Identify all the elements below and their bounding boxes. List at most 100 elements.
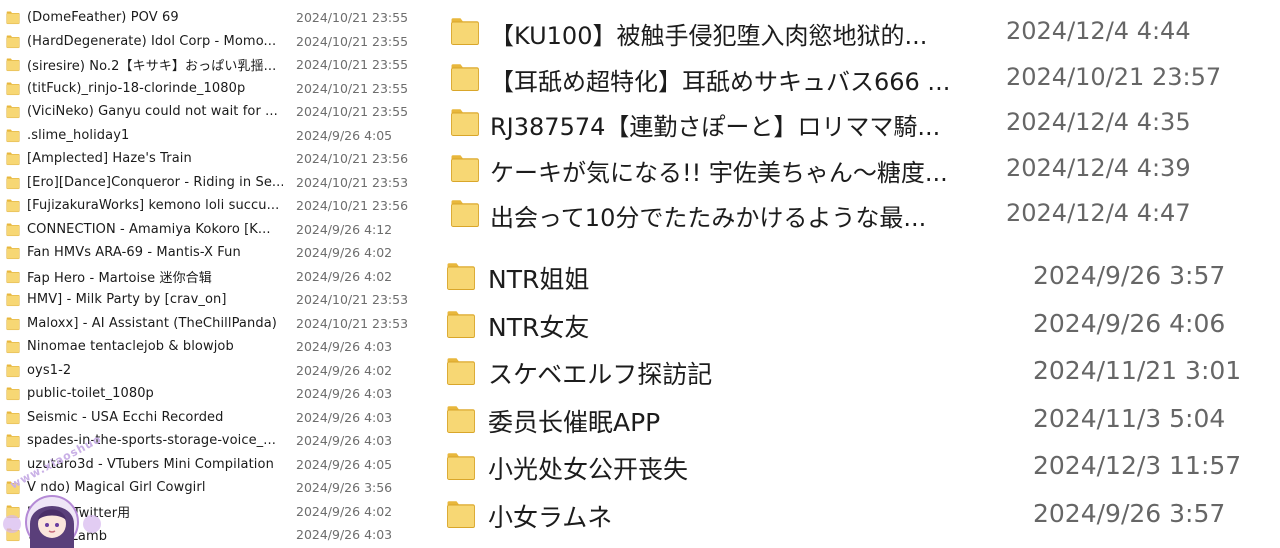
folder-icon — [6, 222, 20, 237]
file-name: ケーキが気になる!! 宇佐美ちゃん～糖度... — [490, 158, 948, 187]
file-row[interactable]: (siresire) No.2【キサキ】おっぱい乳揺... 2024/10/21 … — [0, 53, 420, 77]
file-name: oys1-2 — [27, 362, 72, 378]
file-row[interactable]: 【耳舐め超特化】耳舐めサキュバス666 ... 2024/10/21 23:57 — [440, 54, 1280, 100]
modified-date: 2024/12/4 4:35 — [1006, 108, 1191, 136]
folder-icon — [6, 457, 20, 472]
modified-date: 2024/10/21 23:55 — [296, 33, 409, 49]
file-row[interactable]: [Ero][Dance]Conqueror - Riding in Se... 2… — [0, 171, 420, 195]
file-row[interactable]: Fap Hero - Martoise 迷你合辑 2024/9/26 4:02 — [0, 265, 420, 289]
folder-icon — [6, 410, 20, 425]
folder-icon — [6, 433, 20, 448]
file-name: uzutaro3d - VTubers Mini Compilation — [27, 456, 274, 472]
modified-date: 2024/9/26 4:12 — [296, 221, 393, 237]
file-row[interactable]: (titFuck)_rinjo-18-clorinde_1080p 2024/10… — [0, 77, 420, 101]
file-row[interactable]: .slime_holiday1 2024/9/26 4:05 — [0, 124, 420, 148]
file-row[interactable]: 委员长催眠APP 2024/11/3 5:04 — [440, 395, 1280, 443]
file-name: .slime_holiday1 — [27, 127, 130, 143]
file-name: 小女ラムネ — [488, 502, 613, 532]
folder-icon — [446, 450, 476, 482]
left-file-list: (DomeFeather) POV 69 2024/10/21 23:55 (Har… — [0, 6, 420, 547]
file-row[interactable]: CONNECTION - Amamiya Kokoro [K... 2024/9/… — [0, 218, 420, 242]
file-row[interactable]: public-toilet_1080p 2024/9/26 4:03 — [0, 382, 420, 406]
file-name: (ViciNeko) Ganyu could not wait for ... — [27, 104, 278, 120]
file-name: CONNECTION - Amamiya Kokoro [K... — [27, 221, 271, 237]
file-name: RJ387574【連勤さぽーと】ロリママ騎... — [490, 113, 941, 141]
file-explorer-collage: (DomeFeather) POV 69 2024/10/21 23:55 (Har… — [0, 0, 1280, 548]
file-name: (DomeFeather) POV 69 — [27, 10, 179, 26]
file-row[interactable]: RJ387574【連勤さぽーと】ロリママ騎... 2024/12/4 4:35 — [440, 99, 1280, 145]
file-row[interactable]: NTR女友 2024/9/26 4:06 — [440, 300, 1280, 348]
file-row[interactable]: Seismic - USA Ecchi Recorded 2024/9/26 4:… — [0, 406, 420, 430]
file-row[interactable]: 出会って10分でたたみかけるような最... 2024/12/4 4:47 — [440, 190, 1280, 236]
file-row[interactable]: スケベエルフ探訪記 2024/11/21 3:01 — [440, 347, 1280, 395]
folder-icon — [6, 292, 20, 307]
modified-date: 2024/9/26 4:05 — [296, 127, 393, 143]
folder-icon — [6, 504, 20, 519]
file-row[interactable]: Ninomae tentaclejob & blowjob 2024/9/26 4… — [0, 335, 420, 359]
file-row[interactable]: (ViciNeko) Ganyu could not wait for ... 2… — [0, 100, 420, 124]
folder-icon — [6, 34, 20, 49]
modified-date: 2024/9/26 4:02 — [296, 503, 393, 519]
modified-date: 2024/9/26 3:57 — [1033, 498, 1226, 528]
file-row[interactable]: [Amplected] Haze's Train 2024/10/21 23:56 — [0, 147, 420, 171]
file-name: 委员长催眠APP — [488, 407, 661, 437]
file-row[interactable]: HMV] - Milk Party by [crav_on] 2024/10/21… — [0, 288, 420, 312]
file-name: NTR姐姐 — [488, 265, 590, 294]
file-row[interactable]: NTR姐姐 2024/9/26 3:57 — [440, 252, 1280, 300]
file-row[interactable]: ケーキが気になる!! 宇佐美ちゃん～糖度... 2024/12/4 4:39 — [440, 145, 1280, 191]
file-name: spades-in-the-sports-storage-voice_... — [27, 433, 276, 449]
file-row[interactable]: uzutaro3d - VTubers Mini Compilation 2024… — [0, 453, 420, 477]
file-name: (HardDegenerate) Idol Corp - Momo... — [27, 33, 277, 49]
file-name: V ndo) Magical Girl Cowgirl — [27, 480, 206, 496]
folder-icon — [450, 62, 480, 92]
file-row[interactable]: oys1-2 2024/9/26 4:02 — [0, 359, 420, 383]
modified-date: 2024/12/4 4:39 — [1006, 153, 1191, 182]
folder-icon — [6, 245, 20, 260]
folder-icon — [6, 104, 20, 119]
file-row[interactable]: 小光处女公开丧失 2024/12/3 11:57 — [440, 442, 1280, 490]
file-name: Maloxx] - AI Assistant (TheChillPanda) — [27, 315, 277, 331]
file-name: (siresire) No.2【キサキ】おっぱい乳揺... — [27, 59, 277, 75]
modified-date: 2024/11/21 3:01 — [1033, 356, 1242, 385]
folder-icon — [446, 498, 476, 530]
file-row[interactable]: ミ 達のLamb 2024/9/26 4:03 — [0, 523, 420, 547]
file-row[interactable]: 小女ラムネ 2024/9/26 3:57 — [440, 490, 1280, 538]
file-row[interactable]: 図書館_Twitter用 2024/9/26 4:02 — [0, 500, 420, 524]
folder-icon — [6, 269, 20, 284]
file-name: Fap Hero - Martoise 迷你合辑 — [27, 270, 212, 286]
modified-date: 2024/9/26 4:03 — [296, 386, 393, 402]
modified-date: 2024/11/3 5:04 — [1033, 403, 1226, 433]
modified-date: 2024/12/3 11:57 — [1033, 451, 1242, 480]
modified-date: 2024/10/21 23:55 — [296, 80, 409, 96]
folder-icon — [450, 153, 480, 183]
folder-icon — [446, 260, 476, 292]
folder-icon — [450, 198, 480, 228]
file-row[interactable]: (HardDegenerate) Idol Corp - Momo... 2024… — [0, 30, 420, 54]
file-row[interactable]: Maloxx] - AI Assistant (TheChillPanda) 20… — [0, 312, 420, 336]
file-row[interactable]: Fan HMVs ARA-69 - Mantis-X Fun 2024/9/26 … — [0, 241, 420, 265]
modified-date: 2024/9/26 4:03 — [296, 433, 393, 449]
modified-date: 2024/10/21 23:55 — [296, 57, 409, 73]
file-row[interactable]: spades-in-the-sports-storage-voice_... 20… — [0, 429, 420, 453]
modified-date: 2024/9/26 4:02 — [296, 268, 393, 284]
folder-icon — [6, 81, 20, 96]
file-name: Seismic - USA Ecchi Recorded — [27, 409, 224, 425]
modified-date: 2024/10/21 23:53 — [296, 292, 409, 308]
folder-icon — [6, 363, 20, 378]
modified-date: 2024/10/21 23:53 — [296, 174, 409, 190]
file-name: public-toilet_1080p — [27, 386, 154, 402]
folder-icon — [6, 128, 20, 143]
modified-date: 2024/10/21 23:53 — [296, 315, 409, 331]
file-row[interactable]: 【KU100】被触手侵犯堕入肉慾地狱的... 2024/12/4 4:44 — [440, 8, 1280, 54]
folder-icon — [450, 107, 480, 137]
modified-date: 2024/12/4 4:47 — [1006, 199, 1191, 227]
file-row[interactable]: (DomeFeather) POV 69 2024/10/21 23:55 — [0, 6, 420, 30]
file-row[interactable]: V ndo) Magical Girl Cowgirl 2024/9/26 3:5… — [0, 476, 420, 500]
file-name: 【KU100】被触手侵犯堕入肉慾地狱的... — [490, 22, 928, 50]
modified-date: 2024/9/26 3:56 — [296, 480, 393, 496]
file-name: 出会って10分でたたみかけるような最... — [490, 204, 927, 232]
file-row[interactable]: [FujizakuraWorks] kemono loli succu... 20… — [0, 194, 420, 218]
folder-icon — [450, 16, 480, 46]
modified-date: 2024/10/21 23:55 — [296, 10, 409, 26]
modified-date: 2024/9/26 4:03 — [296, 527, 393, 543]
